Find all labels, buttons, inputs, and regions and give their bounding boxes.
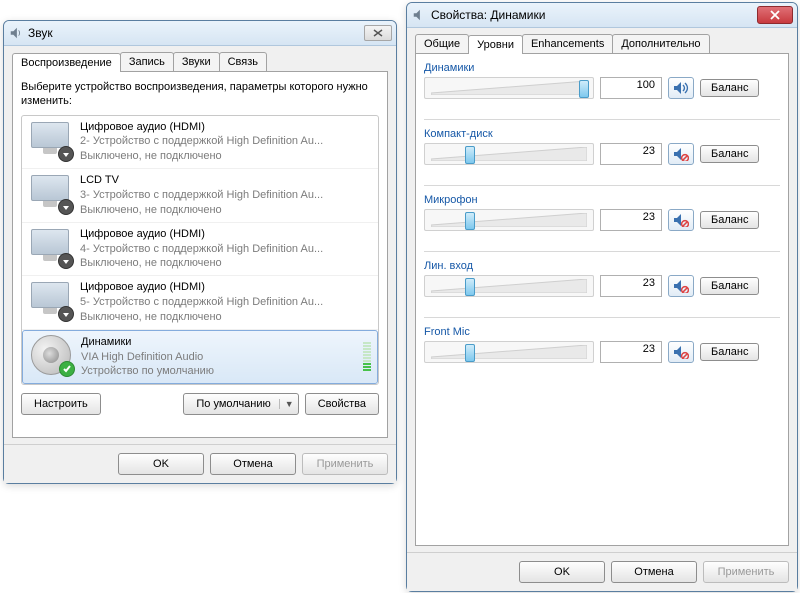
balance-button[interactable]: Баланс: [700, 79, 759, 97]
level-label: Динамики: [424, 62, 780, 74]
volume-slider[interactable]: [424, 143, 594, 165]
volume-slider[interactable]: [424, 77, 594, 99]
tab-advanced[interactable]: Дополнительно: [612, 34, 709, 53]
close-button[interactable]: [757, 6, 793, 24]
ok-button[interactable]: OK: [118, 453, 204, 475]
device-row[interactable]: Цифровое аудио (HDMI) 5- Устройство с по…: [22, 276, 378, 330]
device-row[interactable]: Цифровое аудио (HDMI) 2- Устройство с по…: [22, 116, 378, 170]
properties-content: Общие Уровни Enhancements Дополнительно …: [407, 28, 797, 552]
volume-value[interactable]: 23: [600, 275, 662, 297]
level-group: Лин. вход 23 Баланс: [424, 260, 780, 297]
level-meter: [363, 342, 371, 371]
sound-footer: OK Отмена Применить: [4, 444, 396, 483]
speaker-icon: [411, 7, 427, 23]
sound-window: Звук Воспроизведение Запись Звуки Связь …: [3, 20, 397, 484]
level-group: Компакт-диск 23 Баланс: [424, 128, 780, 165]
level-label: Front Mic: [424, 326, 780, 338]
tab-enhancements[interactable]: Enhancements: [522, 34, 613, 53]
slider-thumb[interactable]: [465, 344, 475, 362]
device-text: Цифровое аудио (HDMI) 2- Устройство с по…: [80, 120, 372, 165]
device-text: Цифровое аудио (HDMI) 4- Устройство с по…: [80, 227, 372, 272]
cancel-button[interactable]: Отмена: [210, 453, 296, 475]
device-row[interactable]: LCD TV 3- Устройство с поддержкой High D…: [22, 169, 378, 223]
monitor-icon: [28, 280, 72, 320]
properties-button[interactable]: Свойства: [305, 393, 379, 415]
volume-slider[interactable]: [424, 275, 594, 297]
tab-levels[interactable]: Уровни: [468, 35, 523, 54]
divider: [424, 119, 780, 120]
volume-slider[interactable]: [424, 209, 594, 231]
apply-button[interactable]: Применить: [302, 453, 388, 475]
balance-button[interactable]: Баланс: [700, 211, 759, 229]
balance-button[interactable]: Баланс: [700, 343, 759, 361]
volume-value[interactable]: 100: [600, 77, 662, 99]
monitor-icon: [28, 227, 72, 267]
device-text: Цифровое аудио (HDMI) 5- Устройство с по…: [80, 280, 372, 325]
sound-tabs: Воспроизведение Запись Звуки Связь: [12, 52, 388, 71]
properties-footer: OK Отмена Применить: [407, 552, 797, 591]
close-button[interactable]: [364, 25, 392, 41]
divider: [424, 317, 780, 318]
device-buttons: Настроить По умолчанию ▼ Свойства: [21, 393, 379, 415]
tab-communications[interactable]: Связь: [219, 52, 267, 71]
mute-button[interactable]: [668, 275, 694, 297]
mute-button[interactable]: [668, 341, 694, 363]
volume-value[interactable]: 23: [600, 143, 662, 165]
properties-window: Свойства: Динамики Общие Уровни Enhancem…: [406, 2, 798, 592]
configure-button[interactable]: Настроить: [21, 393, 101, 415]
sound-titlebar[interactable]: Звук: [4, 21, 396, 46]
balance-button[interactable]: Баланс: [700, 277, 759, 295]
playback-panel: Выберите устройство воспроизведения, пар…: [12, 71, 388, 438]
monitor-icon: [28, 120, 72, 160]
volume-value[interactable]: 23: [600, 341, 662, 363]
arrow-down-icon: [58, 306, 74, 322]
sound-content: Воспроизведение Запись Звуки Связь Выбер…: [4, 46, 396, 444]
arrow-down-icon: [58, 253, 74, 269]
apply-button[interactable]: Применить: [703, 561, 789, 583]
device-text: LCD TV 3- Устройство с поддержкой High D…: [80, 173, 372, 218]
speaker-icon: [29, 335, 73, 375]
chevron-down-icon[interactable]: ▼: [279, 399, 294, 409]
speaker-icon: [8, 25, 24, 41]
sound-title: Звук: [28, 26, 364, 40]
tab-sounds[interactable]: Звуки: [173, 52, 220, 71]
slider-thumb[interactable]: [579, 80, 589, 98]
level-group: Микрофон 23 Баланс: [424, 194, 780, 231]
ok-button[interactable]: OK: [519, 561, 605, 583]
properties-titlebar[interactable]: Свойства: Динамики: [407, 3, 797, 28]
device-text: Динамики VIA High Definition Audio Устро…: [81, 335, 363, 380]
monitor-icon: [28, 173, 72, 213]
volume-slider[interactable]: [424, 341, 594, 363]
instruction-text: Выберите устройство воспроизведения, пар…: [21, 80, 379, 109]
divider: [424, 185, 780, 186]
arrow-down-icon: [58, 199, 74, 215]
mute-button[interactable]: [668, 209, 694, 231]
properties-title: Свойства: Динамики: [431, 8, 757, 22]
levels-panel: Динамики 100 Баланс Компакт-диск: [415, 53, 789, 546]
check-icon: [59, 361, 75, 377]
device-row[interactable]: Динамики VIA High Definition Audio Устро…: [22, 330, 378, 385]
level-label: Лин. вход: [424, 260, 780, 272]
slider-thumb[interactable]: [465, 146, 475, 164]
level-label: Микрофон: [424, 194, 780, 206]
level-group: Front Mic 23 Баланс: [424, 326, 780, 363]
level-group: Динамики 100 Баланс: [424, 62, 780, 99]
arrow-down-icon: [58, 146, 74, 162]
set-default-button[interactable]: По умолчанию ▼: [183, 393, 298, 415]
slider-thumb[interactable]: [465, 278, 475, 296]
device-list[interactable]: Цифровое аудио (HDMI) 2- Устройство с по…: [21, 115, 379, 386]
tab-general[interactable]: Общие: [415, 34, 469, 53]
tab-playback[interactable]: Воспроизведение: [12, 53, 121, 72]
divider: [424, 251, 780, 252]
volume-value[interactable]: 23: [600, 209, 662, 231]
slider-thumb[interactable]: [465, 212, 475, 230]
mute-button[interactable]: [668, 143, 694, 165]
properties-tabs: Общие Уровни Enhancements Дополнительно: [415, 34, 789, 53]
level-label: Компакт-диск: [424, 128, 780, 140]
balance-button[interactable]: Баланс: [700, 145, 759, 163]
mute-button[interactable]: [668, 77, 694, 99]
tab-recording[interactable]: Запись: [120, 52, 174, 71]
cancel-button[interactable]: Отмена: [611, 561, 697, 583]
device-row[interactable]: Цифровое аудио (HDMI) 4- Устройство с по…: [22, 223, 378, 277]
